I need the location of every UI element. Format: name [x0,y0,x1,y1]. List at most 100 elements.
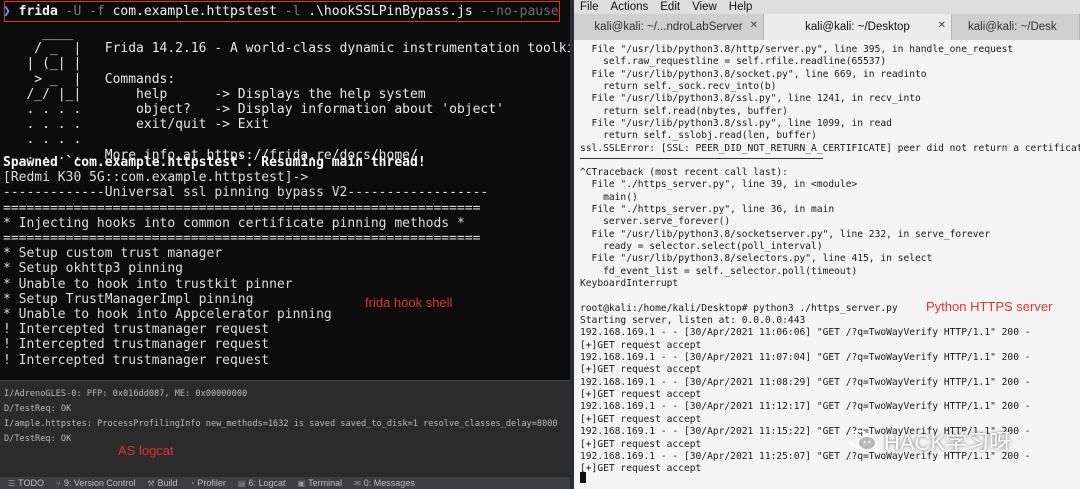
list-icon: ☰ [8,478,16,488]
traceback-line: File "/usr/lib/python3.8/ssl.py", line 1… [580,118,892,130]
traceback-line: File "/usr/lib/python3.8/socket.py", lin… [580,68,927,80]
cmd-binary: frida [18,4,58,19]
kali-terminal-output[interactable]: File "/usr/lib/python3.8/http/server.py"… [574,40,1080,489]
menu-view[interactable]: View [692,1,717,13]
tab-bar: kali@kali: ~/...ndroLabServer ✕ kali@kal… [574,14,1080,40]
frida-banner-line: / _ | Frida 14.2.16 - A world-class dyna… [3,41,570,57]
traceback-line: File "/usr/lib/python3.8/socketserver.py… [580,228,991,240]
logcat-label: AS logcat [118,443,174,458]
terminal-icon: ▣ [297,478,306,488]
hook-output-line: * Setup custom trust manager [3,246,223,262]
traceback-line: ready = selector.select(poll_interval) [580,241,823,253]
frida-banner-line: | (_| | [3,56,82,72]
menu-edit[interactable]: Edit [660,1,680,13]
server-log-line: 192.168.169.1 - - [30/Apr/2021 11:12:17]… [580,401,1031,413]
hook-output-line: ========================================… [3,200,481,216]
traceback-line: return self._sock.recv_into(b) [580,81,777,93]
hook-output-line: * Injecting hooks into common certificat… [3,215,465,231]
watermark: HACK学习呀 [848,425,1011,457]
hook-output-line: ! Intercepted trustmanager request [3,322,270,338]
traceback-line: return self._sslobj.read(len, buffer) [580,130,817,142]
logcat-panel[interactable]: I/AdrenoGLES-0: PFP: 0x016dd087, ME: 0x0… [0,380,570,476]
command-line: ❯ frida -U -f com.example.httpstest -l .… [3,4,559,19]
frida-banner-line: ____ [3,26,74,41]
tab-desktop-2[interactable]: kali@kali: ~/Desk [952,14,1080,40]
close-icon[interactable]: ✕ [750,20,758,31]
wechat-icon [848,430,877,451]
server-log-line: [+]GET request accept [580,364,702,376]
hammer-icon: ⚒ [147,478,155,488]
traceback-line: ssl.SSLError: [SSL: PEER_DID_NOT_RETURN_… [580,142,1080,154]
traceback-line: return self.read(nbytes, buffer) [580,105,788,117]
traceback-line: self.raw_requestline = self.rfile.readli… [580,56,887,68]
hook-output-line: ! Intercepted trustmanager request [3,337,270,353]
cmd-flag: --no-pause [480,4,559,19]
cmd-script: .\hookSSLPinBypass.js [308,4,473,19]
gauge-icon: ◔ [189,478,195,488]
logcat-line: D/TestReq: OK [4,434,72,444]
server-log-line: 192.168.169.1 - - [30/Apr/2021 11:07:04]… [580,352,1031,364]
cmd-flag: -l [284,4,301,19]
spawned-message: Spawned `com.example.httpstest`. Resumin… [3,155,426,170]
traceback-line: KeyboardInterrupt [580,278,679,290]
tool-build[interactable]: ⚒ Build [147,478,177,488]
server-log-line: Starting server, listen at: 0.0.0.0:443 [580,315,806,326]
traceback-line: File "/usr/lib/python3.8/ssl.py", line 1… [580,93,921,105]
frida-banner-line: . . . . object? -> Display information a… [3,102,504,117]
frida-banner-line: /_/ |_| help -> Displays the help system [3,86,426,102]
server-log-line: [+]GET request accept [580,438,702,450]
tool-version-control[interactable]: ⑂ 9: Version Control [56,478,135,488]
kali-terminal-window: File Actions Edit View Help kali@kali: ~… [574,0,1080,489]
tool-profiler[interactable]: ◔ Profiler [190,478,226,488]
branch-icon: ⑂ [56,478,61,488]
hook-output-line: * Setup TrustManagerImpl pinning [3,291,254,307]
tool-terminal[interactable]: ▣ Terminal [298,478,343,488]
close-icon[interactable]: ✕ [938,20,946,31]
menu-actions[interactable]: Actions [611,1,649,13]
device-prompt: [Redmi K30 5G::com.example.httpstest]-> [3,170,309,186]
hook-output-line: * Unable to hook into Appcelerator pinni… [3,307,332,322]
traceback-line: File "./https_server.py", line 39, in <m… [580,179,858,191]
hook-output-line: ========================================… [3,231,481,246]
frida-banner-line: . . . . exit/quit -> Exit [3,117,270,133]
server-log-line: 192.168.169.1 - - [30/Apr/2021 11:06:06]… [580,327,1031,339]
logcat-line: I/ample.httpstes: ProcessProfilingInfo n… [4,419,558,429]
server-label: Python HTTPS server [926,299,1053,314]
server-log-line: [+]GET request accept [580,389,702,401]
tool-logcat[interactable]: ▤ 6: Logcat [238,478,286,488]
traceback-line: File "/usr/lib/python3.8/selectors.py", … [580,253,933,265]
menu-bar: File Actions Edit View Help [574,0,1080,14]
server-log-line: 192.168.169.1 - - [30/Apr/2021 11:08:29]… [580,376,1031,388]
hook-output-line: ! Intercepted trustmanager request [3,352,270,368]
watermark-text: HACK学习呀 [884,430,1012,455]
traceback-line: fd_event_list = self._selector.poll(time… [580,265,858,277]
server-log-line: [+]GET request accept [580,413,702,425]
traceback-line: File "./https_server.py", line 36, in ma… [580,204,835,216]
hook-output-line: * Setup okhttp3 pinning [3,261,184,277]
shell-prompt-line: root@kali:/home/kali/Desktop# python3 ./… [580,303,898,314]
tab-desktop[interactable]: kali@kali: ~/Desktop ✕ [764,14,952,40]
server-log-line: [+]GET request accept [580,463,702,475]
logcat-line: D/TestReq: OK [4,404,72,414]
tool-todo[interactable]: ☰ TODO [8,478,44,488]
frida-banner-line: . . . . [3,132,82,148]
frida-label: frida hook shell [365,295,453,310]
hook-output-line: * Unable to hook into trustkit pinner [3,276,293,292]
frida-banner-line: > _ | Commands: [3,71,176,87]
separator-line [580,158,823,159]
traceback-line: File "/usr/lib/python3.8/http/server.py"… [580,44,1014,55]
tab-androlabserver[interactable]: kali@kali: ~/...ndroLabServer ✕ [574,14,764,40]
frida-terminal[interactable]: ❯ frida -U -f com.example.httpstest -l .… [0,0,570,380]
ide-tool-window-bar: ☰ TODO ⑂ 9: Version Control ⚒ Build ◔ Profil… [0,476,570,489]
cmd-package: com.example.httpstest [112,4,277,19]
hook-output-line: -------------Universal ssl pinning bypas… [3,185,489,201]
traceback-line: server.serve_forever() [580,216,731,228]
prompt-chevron-icon: ❯ [3,4,11,19]
traceback-line: ^CTraceback (most recent call last): [580,167,788,178]
cmd-flag: -U -f [65,4,105,19]
logcat-line: I/AdrenoGLES-0: PFP: 0x016dd087, ME: 0x0… [4,389,248,399]
menu-help[interactable]: Help [729,1,753,13]
message-icon: ✉ [354,478,361,488]
menu-file[interactable]: File [580,1,599,13]
tool-messages[interactable]: ✉ 0: Messages [354,478,415,488]
